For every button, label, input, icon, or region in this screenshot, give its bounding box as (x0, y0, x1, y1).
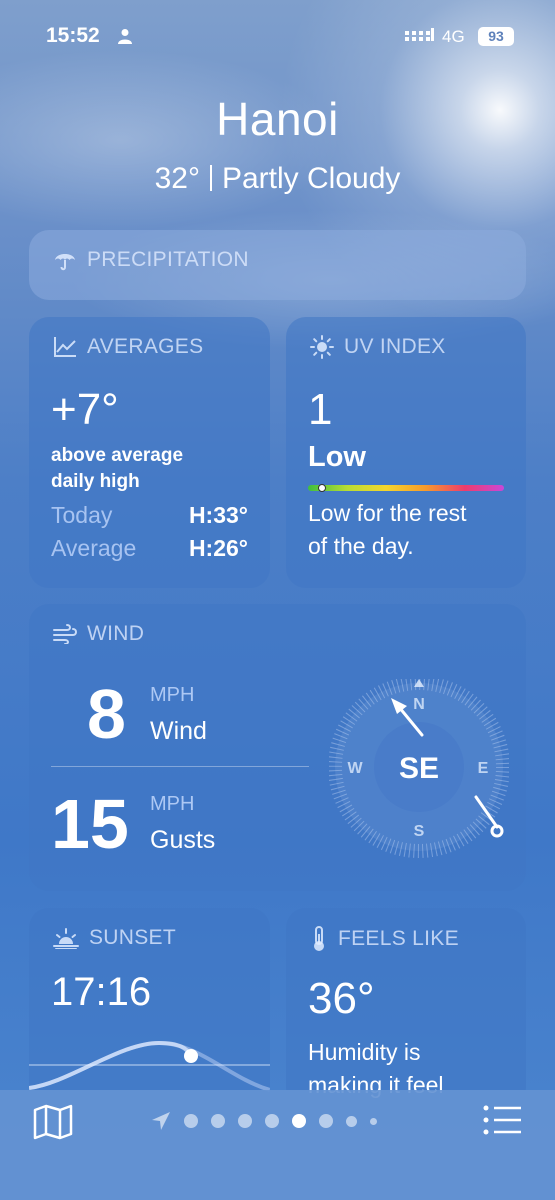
compass-w: W (347, 760, 363, 777)
wind-speed-label: Wind (150, 717, 207, 745)
page-dot[interactable] (238, 1114, 252, 1128)
thermometer-icon (314, 926, 324, 951)
sunset-label: SUNSET (89, 926, 176, 949)
page-dot[interactable] (211, 1114, 225, 1128)
uv-desc-line2: of the day. (308, 533, 414, 559)
uv-scale-bar (308, 485, 504, 491)
wind-title: WIND (53, 622, 144, 646)
compass-n: N (413, 696, 425, 713)
page-indicator[interactable] (150, 1110, 390, 1132)
average-value: H:26° (188, 535, 248, 561)
feels-like-title: FEELS LIKE (310, 926, 459, 952)
divider (209, 165, 212, 191)
precipitation-title: PRECIPITATION (53, 248, 249, 272)
precipitation-label: PRECIPITATION (87, 248, 249, 271)
sunset-icon (53, 928, 79, 949)
status-bar: 15:52 4G 93 (0, 22, 555, 52)
uv-index-label: UV INDEX (344, 335, 446, 358)
wind-label: WIND (87, 622, 145, 645)
wind-direction: SE (399, 752, 439, 785)
averages-value: +7° (51, 385, 119, 434)
average-label: Average (51, 535, 137, 561)
average-row: Average H:26° (51, 535, 248, 562)
compass-s: S (414, 823, 425, 840)
wind-speed-unit: MPH (150, 684, 195, 706)
today-label: Today (51, 502, 113, 528)
feels-like-card[interactable]: FEELS LIKE 36° Humidity is making it fee… (286, 908, 526, 1108)
city-name: Hanoi (216, 93, 339, 145)
today-value: H:33° (188, 502, 248, 528)
averages-description: above average daily high (51, 443, 183, 495)
today-row: Today H:33° (51, 502, 248, 529)
uv-level: Low (308, 441, 366, 473)
uv-scale-indicator (317, 484, 326, 492)
network-type: 4G (442, 27, 465, 46)
sun-icon (310, 335, 334, 359)
averages-card[interactable]: AVERAGES +7° above average daily high To… (29, 317, 270, 588)
averages-desc-line2: daily high (51, 471, 140, 492)
sunset-time: 17:16 (51, 970, 152, 1014)
uv-index-card[interactable]: UV INDEX 1 Low Low for the rest of the d… (286, 317, 526, 588)
sunset-card[interactable]: SUNSET 17:16 (29, 908, 270, 1108)
map-icon[interactable] (33, 1104, 73, 1140)
sunset-title: SUNSET (53, 926, 176, 950)
signal-icon (405, 28, 434, 41)
gusts-speed: 15 (51, 785, 129, 863)
location-arrow-icon (152, 1112, 170, 1130)
current-summary: 32° Partly Cloudy (0, 162, 555, 196)
feels-like-value: 36° (308, 974, 375, 1023)
wind-compass: N E S W SE (329, 679, 509, 858)
precipitation-card[interactable]: PRECIPITATION (29, 230, 526, 300)
page-dot[interactable] (184, 1114, 198, 1128)
uv-index-value: 1 (308, 385, 333, 434)
current-condition: Partly Cloudy (221, 162, 401, 195)
battery-indicator: 93 (478, 27, 514, 46)
current-temperature: 32° (154, 162, 200, 195)
page-dot[interactable] (370, 1117, 377, 1125)
bottom-toolbar (0, 1090, 555, 1200)
wind-speed: 8 (87, 675, 126, 753)
page-dot[interactable] (265, 1114, 279, 1128)
umbrella-icon (55, 254, 75, 271)
feels-like-label: FEELS LIKE (338, 927, 459, 950)
wind-icon (53, 624, 77, 644)
status-time: 15:52 (46, 24, 100, 47)
uv-description: Low for the rest of the day. (308, 497, 467, 563)
compass-e: E (478, 760, 489, 777)
page-dot[interactable] (346, 1115, 357, 1127)
gusts-unit: MPH (150, 793, 195, 815)
averages-title: AVERAGES (53, 335, 203, 359)
wind-divider (51, 766, 309, 767)
page-dot-active[interactable] (292, 1114, 306, 1128)
person-icon (118, 29, 132, 44)
averages-desc-line1: above average (51, 445, 184, 466)
list-icon[interactable] (482, 1104, 522, 1136)
sun-position-icon (184, 1049, 198, 1063)
trend-chart-icon (54, 337, 76, 357)
uv-desc-line1: Low for the rest (308, 500, 467, 526)
location-header: Hanoi 32° Partly Cloudy (0, 92, 555, 196)
feels-like-desc-line1: Humidity is (308, 1039, 421, 1065)
uv-index-title: UV INDEX (310, 335, 446, 359)
wind-card[interactable]: WIND 8 MPH Wind 15 MPH Gusts N E S W SE (29, 604, 526, 891)
gusts-label: Gusts (150, 826, 216, 854)
averages-label: AVERAGES (87, 335, 204, 358)
page-dot[interactable] (319, 1114, 333, 1128)
